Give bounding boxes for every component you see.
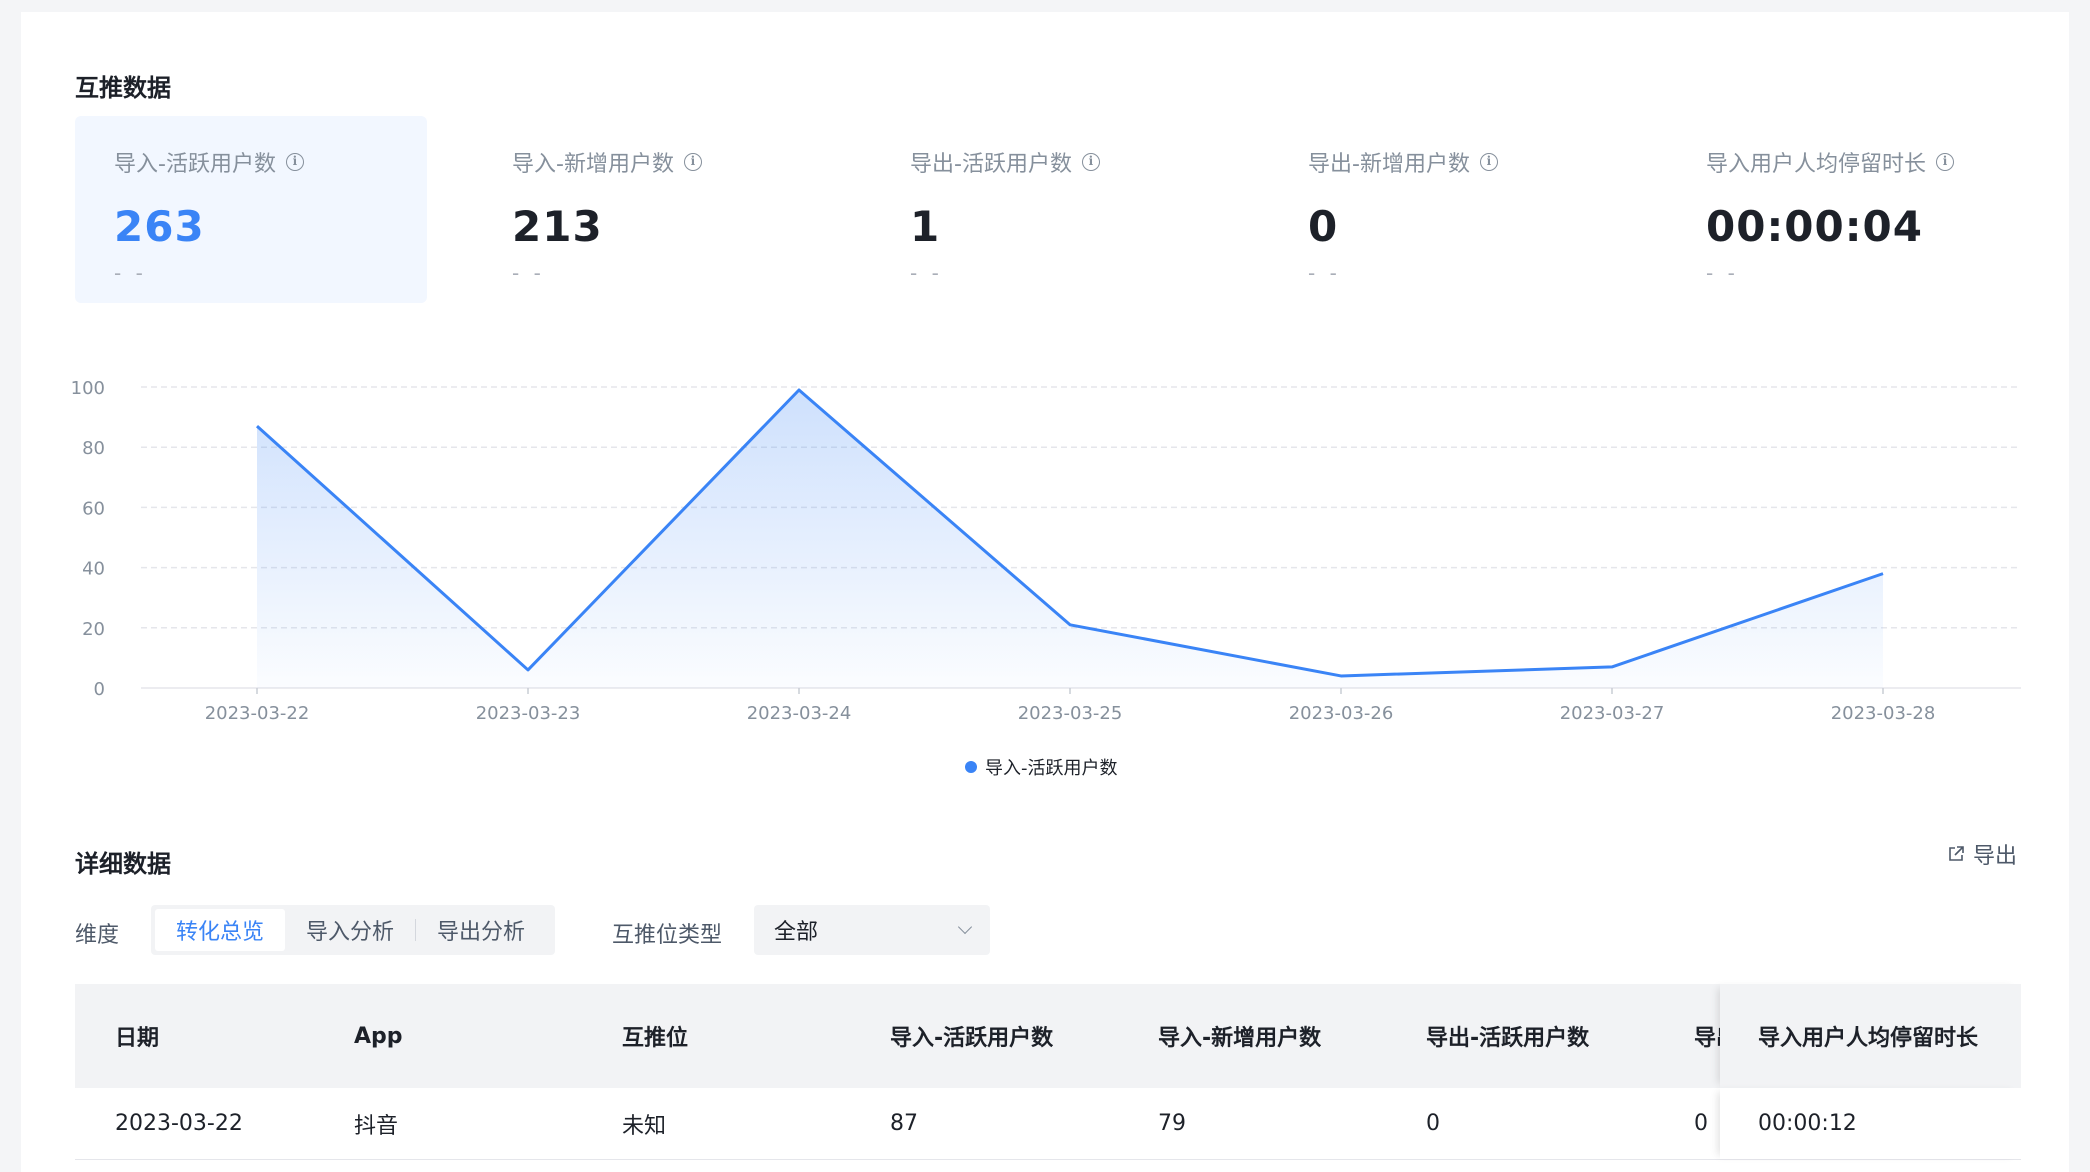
x-tick-label: 2023-03-26 [1289, 703, 1394, 724]
metric-trend: - - [114, 261, 147, 285]
cell-app: 抖音 [354, 1113, 399, 1139]
metric-label: 导出-新增用户数 [1308, 152, 1470, 177]
metric-label: 导入用户人均停留时长 [1706, 152, 1927, 177]
metric-trend: - - [1706, 261, 1739, 285]
col-header-date[interactable]: 日期 [115, 984, 159, 1088]
x-tick-label: 2023-03-24 [747, 703, 852, 724]
metric-value: 0 [1308, 202, 1339, 251]
info-icon[interactable]: i [1479, 153, 1498, 171]
metric-card-import-new[interactable]: 导入-新增用户数 i 213 - - [473, 116, 825, 303]
chevron-down-icon [957, 919, 973, 935]
export-label: 导出 [1972, 844, 2017, 869]
cell-import-active: 87 [890, 1111, 918, 1136]
metric-label: 导出-活跃用户数 [910, 152, 1072, 177]
col-header-slot[interactable]: 互推位 [622, 984, 688, 1088]
y-tick-label: 60 [82, 498, 105, 519]
info-icon[interactable]: i [285, 153, 304, 171]
detail-table: 日期 App 互推位 导入-活跃用户数 导入-新增用户数 导出-活跃用户数 导出… [75, 984, 2021, 1160]
legend-label: 导入-活跃用户数 [985, 758, 1118, 779]
metric-value: 00:00:04 [1706, 202, 1923, 251]
col-header-export-new[interactable]: 导出-新增用户数 [1694, 984, 1720, 1088]
y-tick-label: 80 [82, 438, 105, 459]
metric-card-avg-duration[interactable]: 导入用户人均停留时长 i 00:00:04 - - [1667, 116, 2019, 303]
tab-conversion-overview[interactable]: 转化总览 [155, 909, 286, 951]
dimension-label: 维度 [75, 923, 120, 948]
metric-card-import-active[interactable]: 导入-活跃用户数 i 263 - - [75, 116, 427, 303]
metric-label: 导入-新增用户数 [512, 152, 674, 177]
y-tick-label: 100 [71, 378, 105, 399]
metric-trend: - - [1308, 261, 1341, 285]
type-select-value: 全部 [774, 920, 819, 945]
line-chart: 0 20 40 60 80 100 2023-03-22 2023-03-23 2023-03-… [21, 352, 2069, 792]
cell-avg-duration: 00:00:12 [1720, 1088, 2021, 1159]
y-tick-label: 0 [94, 679, 105, 700]
cell-export-active: 0 [1426, 1111, 1440, 1136]
col-header-export-active[interactable]: 导出-活跃用户数 [1426, 984, 1686, 1088]
cell-slot: 未知 [622, 1113, 667, 1139]
section-title-mutual-data: 互推数据 [75, 74, 171, 102]
info-icon[interactable]: i [1936, 153, 1955, 171]
section-title-detail-data: 详细数据 [75, 850, 171, 878]
dimension-tabs: 转化总览 导入分析 导出分析 [151, 905, 555, 955]
info-icon[interactable]: i [683, 153, 702, 171]
metric-trend: - - [512, 261, 545, 285]
export-button[interactable]: 导出 [1947, 838, 2017, 870]
tab-import-analysis[interactable]: 导入分析 [285, 909, 415, 951]
col-header-import-active[interactable]: 导入-活跃用户数 [890, 984, 1053, 1088]
col-header-app[interactable]: App [354, 984, 403, 1088]
main-panel: 互推数据 导入-活跃用户数 i 263 - - 导入-新增用户数 i 213 - -… [21, 12, 2069, 1172]
export-icon [1949, 846, 1964, 861]
metric-value: 1 [910, 202, 941, 251]
series-area [257, 390, 1883, 688]
x-tick-label: 2023-03-22 [205, 703, 310, 724]
cell-import-new: 79 [1158, 1111, 1186, 1136]
y-tick-label: 40 [82, 559, 105, 580]
metric-value: 213 [512, 202, 603, 251]
type-select[interactable]: 全部 [754, 905, 990, 955]
y-tick-label: 20 [82, 619, 105, 640]
x-tick-label: 2023-03-28 [1831, 703, 1936, 724]
type-label: 互推位类型 [612, 923, 723, 948]
tab-export-analysis[interactable]: 导出分析 [416, 909, 546, 951]
x-tick-label: 2023-03-23 [476, 703, 581, 724]
x-tick-label: 2023-03-27 [1560, 703, 1665, 724]
chart-svg: 0 20 40 60 80 100 2023-03-22 2023-03-23 2023-03-… [71, 378, 2021, 779]
metric-label: 导入-活跃用户数 [114, 152, 276, 177]
info-icon[interactable]: i [1081, 153, 1100, 171]
metric-card-export-new[interactable]: 导出-新增用户数 i 0 - - [1269, 116, 1621, 303]
legend-marker [965, 761, 977, 773]
col-header-avg-duration[interactable]: 导入用户人均停留时长 [1720, 984, 2021, 1088]
table-header: 日期 App 互推位 导入-活跃用户数 导入-新增用户数 导出-活跃用户数 导出… [75, 984, 2021, 1088]
metric-value: 263 [114, 202, 205, 251]
x-tick-label: 2023-03-25 [1018, 703, 1123, 724]
cell-export-new: 0 [1694, 1111, 1708, 1136]
col-header-import-new[interactable]: 导入-新增用户数 [1158, 984, 1321, 1088]
metric-trend: - - [910, 261, 943, 285]
cell-date: 2023-03-22 [115, 1111, 243, 1136]
metric-card-export-active[interactable]: 导出-活跃用户数 i 1 - - [871, 116, 1223, 303]
table-row[interactable]: 2023-03-22 抖音 未知 87 79 0 0 00:00:12 [75, 1088, 2021, 1160]
